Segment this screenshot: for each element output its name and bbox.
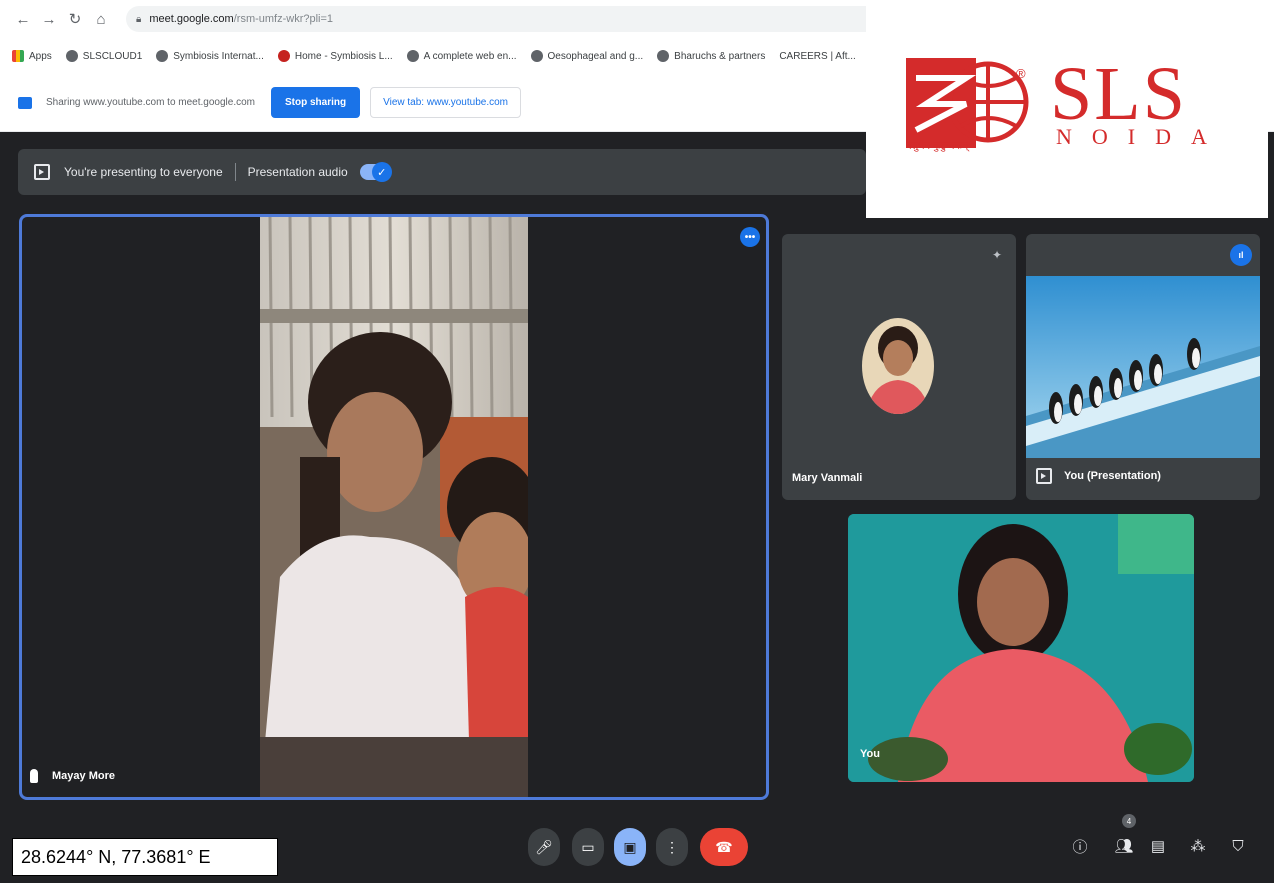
globe-icon bbox=[65, 50, 78, 62]
participant-tile-presentation[interactable]: ıl You (Presentation) bbox=[1026, 234, 1260, 500]
camera-icon: ▭ bbox=[581, 838, 595, 855]
logo-tagline: वसुधैव कुटुम्बकम् bbox=[906, 141, 969, 152]
host-controls-icon[interactable]: ⛉ bbox=[1228, 836, 1248, 856]
end-call-button[interactable]: ☎︎ bbox=[700, 828, 748, 866]
view-tab-button[interactable]: View tab: www.youtube.com bbox=[370, 87, 522, 118]
activities-icon[interactable]: ⁂ bbox=[1188, 836, 1208, 856]
mic-icon bbox=[30, 769, 38, 783]
logo-subtext: NOIDA bbox=[1056, 124, 1227, 149]
bookmark-slscloud[interactable]: SLSCLOUD1 bbox=[65, 50, 142, 62]
logo-text: SLS bbox=[1050, 52, 1187, 136]
home-icon[interactable]: ⌂ bbox=[90, 8, 112, 30]
globe-icon bbox=[406, 50, 419, 62]
participant-tile-mary[interactable]: ✦ Mary Vanmali bbox=[782, 234, 1016, 500]
registered-icon: ® bbox=[1016, 66, 1026, 81]
page-icon bbox=[530, 50, 543, 62]
screen: ← → ↻ ⌂ 🔒︎ meet.google.com /rsm-umfz-wkr… bbox=[0, 0, 1274, 883]
presentation-label: You (Presentation) bbox=[1036, 468, 1161, 484]
divider bbox=[234, 163, 236, 181]
bookmark-bharuchs[interactable]: Bharuchs & partners bbox=[657, 50, 765, 62]
meeting-details-icon[interactable]: ⓘ bbox=[1070, 836, 1090, 856]
stop-sharing-button[interactable]: Stop sharing bbox=[271, 87, 361, 118]
more-options-button[interactable]: ⋮ bbox=[656, 828, 688, 866]
bookmark-oesophageal[interactable]: Oesophageal and g... bbox=[530, 50, 643, 62]
camera-button[interactable]: ▭ bbox=[572, 828, 604, 866]
present-icon: ▣ bbox=[623, 838, 637, 855]
main-video-tile[interactable]: ••• Mayay More bbox=[19, 214, 769, 800]
bookmark-careers[interactable]: CAREERS | Aft... bbox=[779, 51, 856, 62]
screen-share-icon bbox=[18, 96, 32, 109]
people-icon[interactable]: 👥︎ bbox=[1114, 836, 1134, 856]
avatar bbox=[862, 318, 934, 414]
mic-icon: 🎤︎ bbox=[535, 838, 553, 855]
symbiosis-icon bbox=[277, 50, 290, 62]
presenting-text: You're presenting to everyone bbox=[64, 165, 223, 179]
address-bar[interactable]: 🔒︎ meet.google.com /rsm-umfz-wkr?pli=1 bbox=[126, 6, 956, 32]
url-path: /rsm-umfz-wkr?pli=1 bbox=[233, 13, 334, 25]
participant-name: You bbox=[860, 748, 880, 760]
participant-tile-you[interactable]: You bbox=[848, 514, 1194, 782]
speaking-icon: ıl bbox=[1230, 244, 1252, 266]
muted-icon: ✦ bbox=[991, 248, 1002, 262]
bookmark-complete-web[interactable]: A complete web en... bbox=[406, 50, 517, 62]
participant-name: You (Presentation) bbox=[1064, 470, 1161, 482]
more-vert-icon: ⋮ bbox=[665, 838, 679, 855]
apps-icon bbox=[12, 50, 24, 62]
presentation-audio-toggle[interactable]: ✓ bbox=[359, 162, 392, 182]
reload-icon[interactable]: ↻ bbox=[64, 8, 86, 30]
chat-icon[interactable]: ▤ bbox=[1148, 836, 1168, 856]
present-now-button[interactable]: ▣ bbox=[614, 828, 646, 866]
forward-icon[interactable]: → bbox=[38, 8, 60, 30]
present-icon bbox=[34, 164, 50, 180]
main-tile-name: Mayay More bbox=[52, 770, 115, 782]
bookmark-apps[interactable]: Apps bbox=[12, 50, 52, 62]
presentation-audio-label: Presentation audio bbox=[247, 165, 348, 179]
participant-name: Mary Vanmali bbox=[792, 472, 863, 484]
coordinates-label: 28.6244° N, 77.3681° E bbox=[12, 838, 278, 876]
back-icon[interactable]: ← bbox=[12, 8, 34, 30]
phone-hangup-icon: ☎︎ bbox=[715, 838, 733, 855]
presenting-bar: You're presenting to everyone Presentati… bbox=[18, 149, 866, 195]
sharing-message: Sharing www.youtube.com to meet.google.c… bbox=[46, 97, 255, 108]
lock-icon: 🔒︎ bbox=[136, 13, 142, 25]
url-host: meet.google.com bbox=[149, 13, 234, 25]
presentation-feed bbox=[1026, 276, 1260, 458]
present-icon bbox=[1036, 468, 1052, 484]
bookmark-home-symbiosis[interactable]: Home - Symbiosis L... bbox=[277, 50, 393, 62]
globe-icon bbox=[657, 50, 670, 62]
check-icon: ✓ bbox=[371, 162, 392, 182]
microphone-button[interactable]: 🎤︎ bbox=[528, 828, 560, 866]
main-tile-label: Mayay More bbox=[30, 769, 115, 783]
globe-icon bbox=[156, 50, 169, 62]
sls-noida-logo: ® SLS NOIDA वसुधैव कुटुम्बकम् bbox=[866, 0, 1268, 218]
tile-more-options-icon[interactable]: ••• bbox=[740, 227, 760, 247]
bookmark-symbiosis-internat[interactable]: Symbiosis Internat... bbox=[156, 50, 264, 62]
main-video-feed bbox=[260, 217, 528, 797]
meet-stage: You're presenting to everyone Presentati… bbox=[0, 132, 1274, 883]
participants-badge: 4 bbox=[1122, 814, 1136, 828]
